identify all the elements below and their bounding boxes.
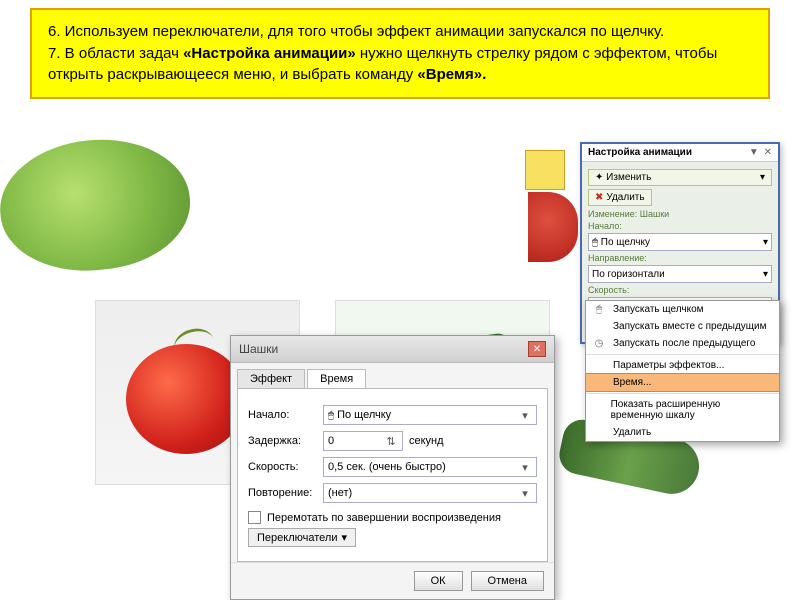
mouse-icon: 🖱 [328,410,334,421]
start-dropdown[interactable]: 🖱 По щелчку ▾ [323,405,537,425]
dialog-body: Начало: 🖱 По щелчку ▾ Задержка: 0 ⇅ секу… [237,388,548,562]
instruction-line-7: 7. В области задач «Настройка анимации» … [48,44,752,85]
speed-dropdown[interactable]: 0,5 сек. (очень быстро) ▾ [323,457,537,477]
change-button[interactable]: ✦ Изменить ▾ [588,169,772,186]
spinner-icon: ⇅ [384,435,398,448]
cm-start-after-prev[interactable]: ◷ Запускать после предыдущего [586,335,779,352]
tp-start-dropdown[interactable]: 🖱 По щелчку ▾ [588,233,772,251]
chevron-down-icon: ▾ [760,172,765,183]
repeat-dropdown[interactable]: (нет) ▾ [323,483,537,503]
delete-button[interactable]: ✖ Удалить [588,189,652,206]
switchers-button[interactable]: Переключатели ▾ [248,528,356,547]
tp-direction-dropdown[interactable]: По горизонтали ▾ [588,265,772,283]
ok-button[interactable]: ОК [414,571,463,591]
close-icon[interactable]: ✕ [528,341,546,357]
tp-direction-label: Направление: [588,253,772,263]
delay-spinner[interactable]: 0 ⇅ [323,431,403,451]
dialog-title: Шашки [239,342,278,356]
menu-separator [586,393,779,394]
cm-timing[interactable]: Время... [586,374,779,391]
repeat-label: Повторение: [248,487,323,499]
tab-time[interactable]: Время [307,369,366,388]
chevron-down-icon: ▾ [763,269,768,280]
rewind-label: Перемотать по завершении воспроизведения [267,512,501,524]
tp-start-label: Начало: [588,221,772,231]
cabbage-image [0,132,195,278]
mouse-icon: 🖱 [592,304,606,315]
effect-context-menu: 🖱 Запускать щелчком Запускать вместе с п… [585,300,780,442]
dialog-tabs: Эффект Время [231,363,554,388]
cm-start-on-click[interactable]: 🖱 Запускать щелчком [586,301,779,318]
rewind-checkbox[interactable] [248,511,261,524]
taskpane-titlebar: Настройка анимации ▼ ✕ [582,144,778,162]
start-label: Начало: [248,409,323,421]
instruction-banner: 6. Используем переключатели, для того чт… [30,8,770,99]
close-icon[interactable]: ✕ [764,147,772,158]
seconds-label: секунд [409,435,444,447]
speed-label: Скорость: [248,461,323,473]
cm-remove[interactable]: Удалить [586,424,779,441]
effect-section-label: Изменение: Шашки [588,209,772,219]
cm-start-with-prev[interactable]: Запускать вместе с предыдущим [586,318,779,335]
chevron-down-icon: ▾ [518,461,532,474]
tab-effect[interactable]: Эффект [237,369,305,388]
taskpane-title: Настройка анимации [588,147,692,158]
chevron-down-icon: ▾ [341,531,347,544]
chevron-down-icon: ▾ [518,409,532,422]
instruction-line-6: 6. Используем переключатели, для того чт… [48,22,752,42]
cancel-button[interactable]: Отмена [471,571,544,591]
menu-separator [586,354,779,355]
clock-icon: ◷ [592,338,606,349]
cm-show-timeline[interactable]: Показать расширенную временную шкалу [586,396,779,424]
chevron-down-icon: ▾ [763,237,768,248]
chevron-down-icon: ▾ [518,487,532,500]
tp-speed-label: Скорость: [588,285,772,295]
mouse-icon: 🖱 [592,237,598,248]
sparkle-icon: ✦ [595,172,603,183]
slide-thumb-decor [525,150,565,190]
dialog-footer: ОК Отмена [231,562,554,599]
timing-dialog: Шашки ✕ Эффект Время Начало: 🖱 По щелчку… [230,335,555,600]
delete-icon: ✖ [595,192,603,203]
dialog-titlebar: Шашки ✕ [231,336,554,363]
slide-tomato-decor [528,192,578,262]
cm-effect-options[interactable]: Параметры эффектов... [586,357,779,374]
chevron-down-icon[interactable]: ▼ [749,147,759,158]
delay-label: Задержка: [248,435,323,447]
